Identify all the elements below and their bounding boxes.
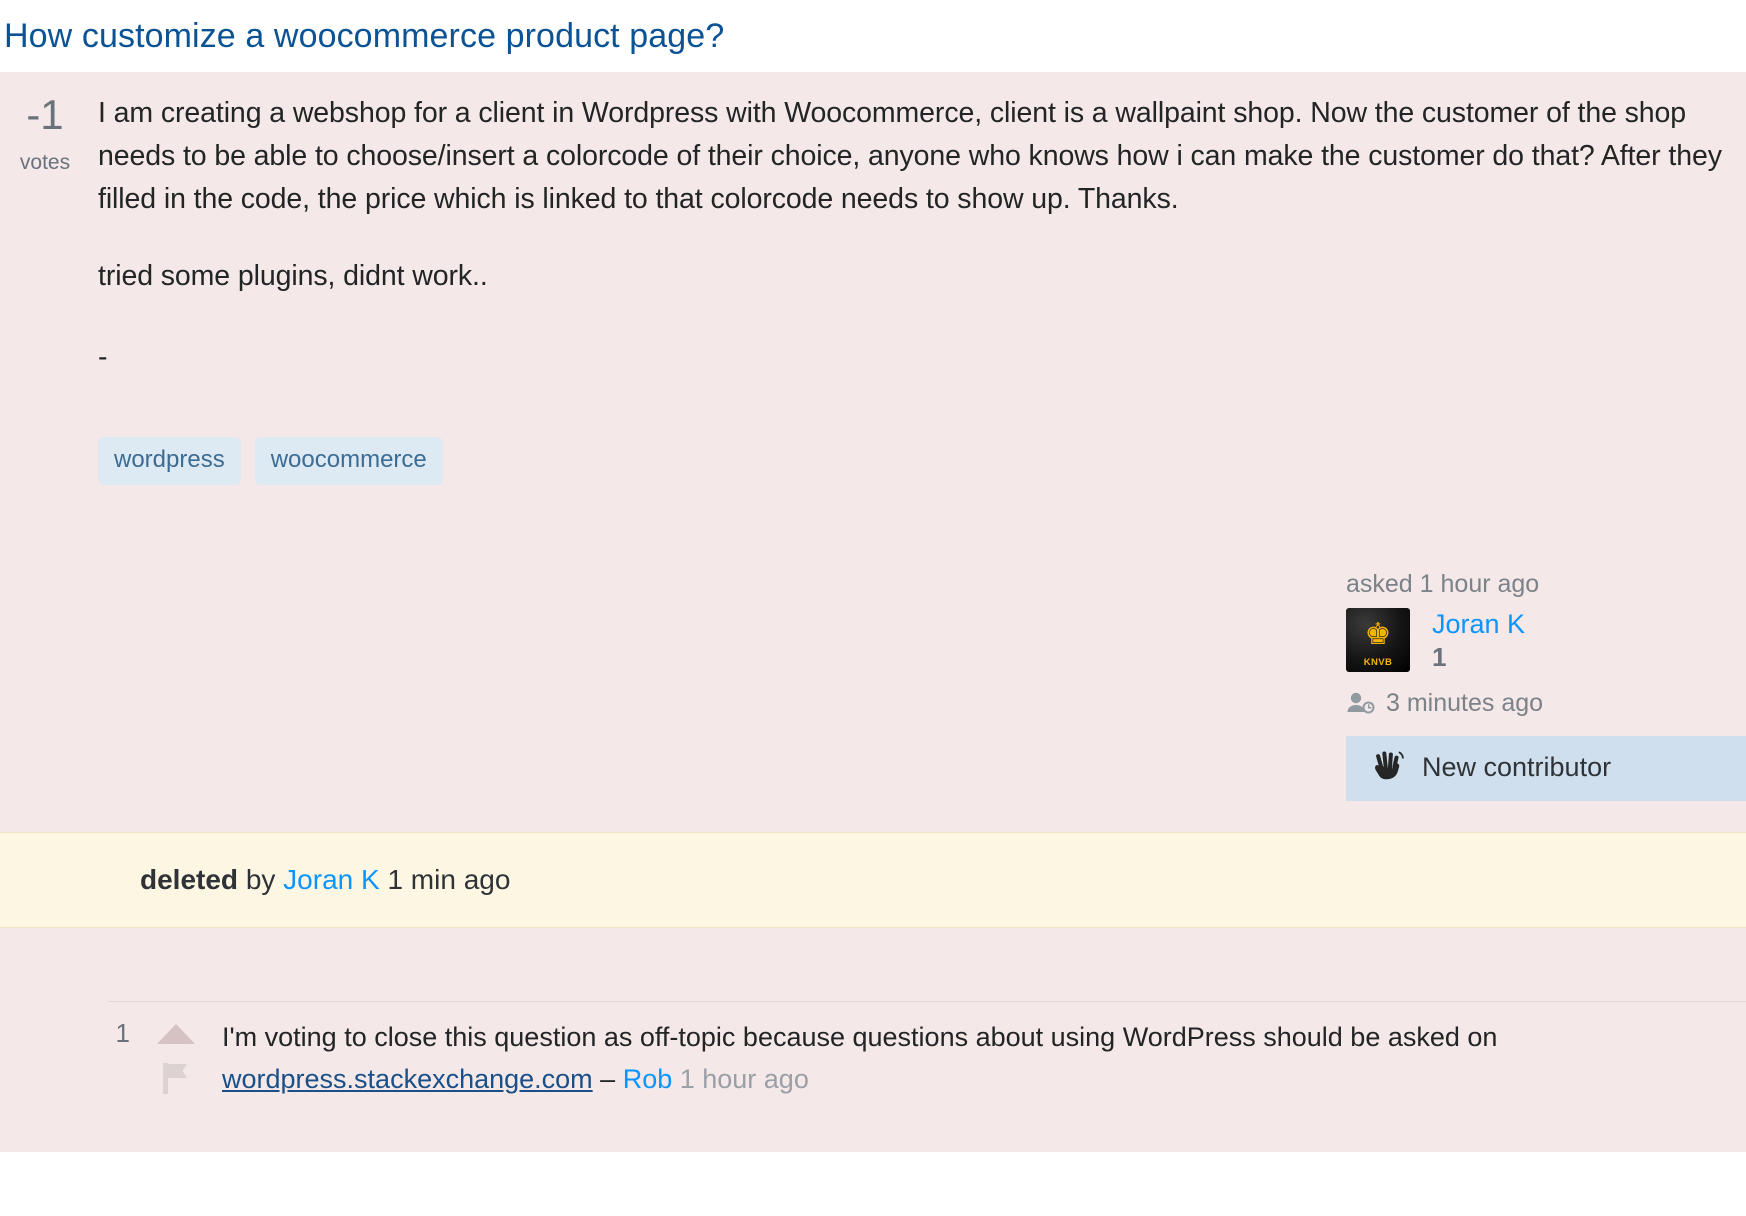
comment-timestamp: 1 hour ago <box>672 1064 809 1094</box>
question-paragraph-1: I am creating a webshop for a client in … <box>98 97 1722 215</box>
tag-list: wordpress woocommerce <box>98 437 1738 485</box>
comment-inline-link[interactable]: wordpress.stackexchange.com <box>222 1064 593 1094</box>
deleted-action: deleted <box>140 864 239 895</box>
avatar[interactable]: ♚ KNVB <box>1346 608 1410 672</box>
deleted-timestamp: 1 min ago <box>387 864 511 895</box>
new-contributor-badge[interactable]: New contributor <box>1346 735 1746 801</box>
avatar-caption: KNVB <box>1363 657 1393 668</box>
asked-timestamp: asked 1 hour ago <box>1346 570 1540 598</box>
question-paragraph-3: - <box>98 341 108 373</box>
waving-hand-icon <box>1372 750 1406 785</box>
comment-score: 1 <box>115 1018 130 1048</box>
lion-glyph: ♚ <box>1364 617 1392 651</box>
tag-woocommerce[interactable]: woocommerce <box>254 437 443 485</box>
tag-wordpress[interactable]: wordpress <box>98 437 241 485</box>
user-details: ♚ KNVB Joran K 1 <box>1334 608 1746 673</box>
upvote-triangle-icon[interactable] <box>157 1024 195 1044</box>
new-contributor-label: New contributor <box>1422 751 1612 782</box>
deleted-notice: deleted by Joran K 1 min ago <box>0 832 1746 928</box>
question-header: How customize a woocommerce product page… <box>0 0 1746 72</box>
edited-timestamp: 3 minutes ago <box>1386 688 1544 717</box>
comment-body-before-link: I'm voting to close this question as off… <box>222 1022 1498 1052</box>
comment-row: 1 I'm voting to close this question as o… <box>0 1014 1746 1101</box>
user-clock-icon <box>1346 691 1376 715</box>
user-reputation: 1 <box>1432 642 1447 673</box>
vote-cell: -1 votes <box>0 72 90 174</box>
post-cell: I am creating a webshop for a client in … <box>90 72 1746 832</box>
comment-author-link[interactable]: Rob <box>623 1064 673 1094</box>
comment-action-icons <box>130 1014 222 1101</box>
question-title-link[interactable]: How customize a woocommerce product page… <box>4 16 724 57</box>
deleted-by-user[interactable]: Joran K <box>283 864 380 896</box>
comment-divider <box>108 1001 1746 1002</box>
comment-text: I'm voting to close this question as off… <box>222 1014 1746 1100</box>
vote-label: votes <box>19 151 71 174</box>
post-signature: asked 1 hour ago ♚ KNVB Joran K 1 3 minu… <box>1334 570 1746 801</box>
user-name-link[interactable]: Joran K <box>1432 609 1525 640</box>
edited-row: 3 minutes ago <box>1334 689 1746 718</box>
question-post: -1 votes I am creating a webshop for a c… <box>0 72 1746 832</box>
vote-count: -1 <box>26 91 64 138</box>
flag-icon[interactable] <box>159 1060 193 1101</box>
question-paragraph-2: tried some plugins, didnt work.. <box>98 260 488 292</box>
deleted-by-word: by <box>245 864 276 895</box>
question-body: I am creating a webshop for a client in … <box>98 92 1738 379</box>
comment-separator: – <box>592 1064 623 1094</box>
comments-section: 1 I'm voting to close this question as o… <box>0 928 1746 1152</box>
